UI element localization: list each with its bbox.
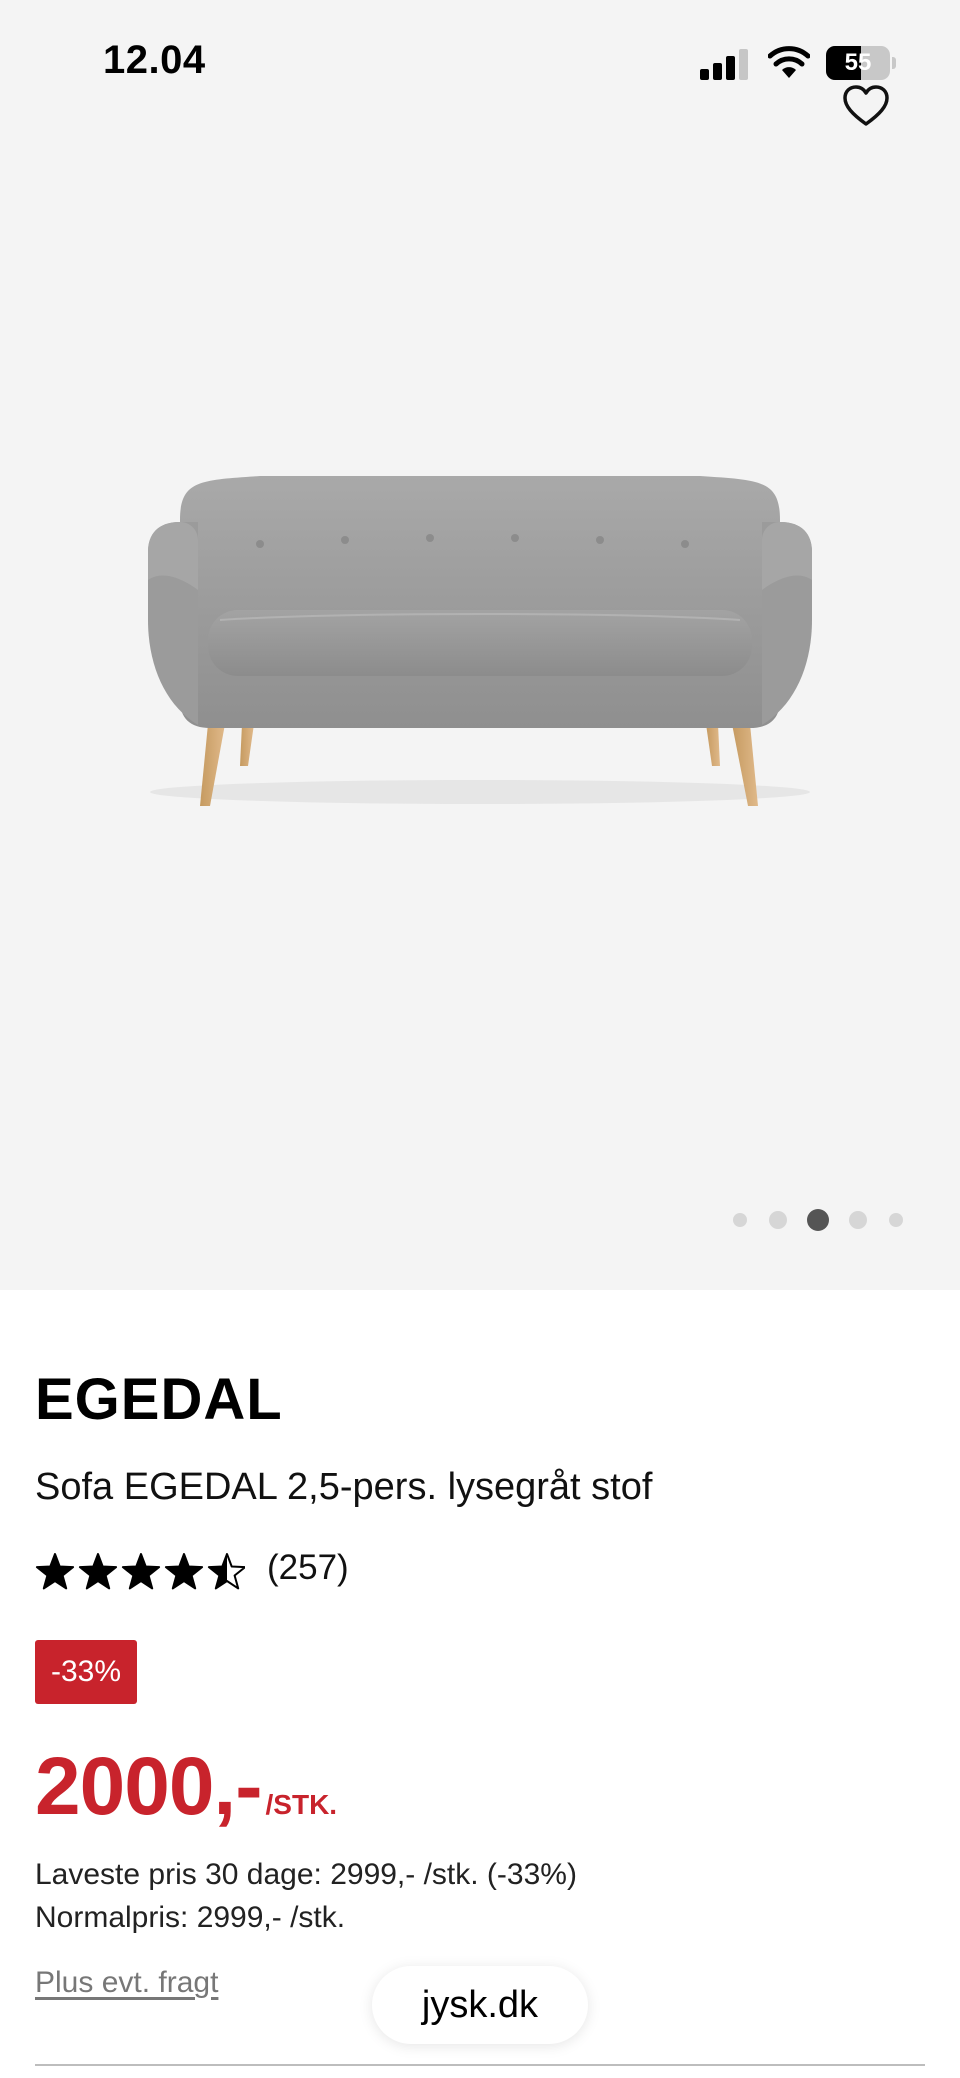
rating[interactable]: (257) <box>35 1548 435 1592</box>
sofa-product-image <box>148 476 812 806</box>
star-icon <box>121 1553 161 1590</box>
discount-badge: -33% <box>35 1640 138 1704</box>
price-value: 2000,- <box>35 1741 263 1832</box>
review-count: (257) <box>267 1548 349 1587</box>
product-image-gallery[interactable]: 12.04 55 <box>0 0 960 1290</box>
carousel-dots[interactable] <box>728 1208 908 1232</box>
price: 2000,-/STK. <box>35 1740 337 1834</box>
heart-outline-icon[interactable] <box>842 84 890 128</box>
status-bar: 12.04 55 <box>0 0 960 130</box>
star-icon <box>164 1553 204 1590</box>
carousel-dot[interactable] <box>849 1211 867 1229</box>
product-title: Sofa EGEDAL 2,5-pers. lysegråt stof <box>35 1466 653 1508</box>
product-brand: EGEDAL <box>35 1367 283 1432</box>
star-rating-icon <box>35 1553 245 1590</box>
normal-price-note: Normalpris: 2999,- /stk. <box>35 1901 346 1934</box>
carousel-dot[interactable] <box>889 1213 903 1227</box>
carousel-dot[interactable] <box>807 1209 829 1231</box>
star-icon <box>78 1553 118 1590</box>
battery-level: 55 <box>844 49 872 76</box>
status-time: 12.04 <box>103 38 206 82</box>
cellular-signal-icon <box>700 48 752 80</box>
price-unit: /STK. <box>265 1789 338 1820</box>
wifi-icon <box>768 46 810 78</box>
freight-link[interactable]: Plus evt. fragt <box>35 1966 218 2000</box>
divider <box>35 2064 925 2066</box>
star-icon <box>35 1553 75 1590</box>
browser-url-pill[interactable]: jysk.dk <box>372 1966 588 2044</box>
carousel-dot[interactable] <box>769 1211 787 1229</box>
lowest-price-note: Laveste pris 30 dage: 2999,- /stk. (-33%… <box>35 1858 577 1891</box>
battery-icon: 55 <box>826 46 896 80</box>
star-icon <box>207 1553 245 1590</box>
carousel-dot[interactable] <box>733 1213 747 1227</box>
